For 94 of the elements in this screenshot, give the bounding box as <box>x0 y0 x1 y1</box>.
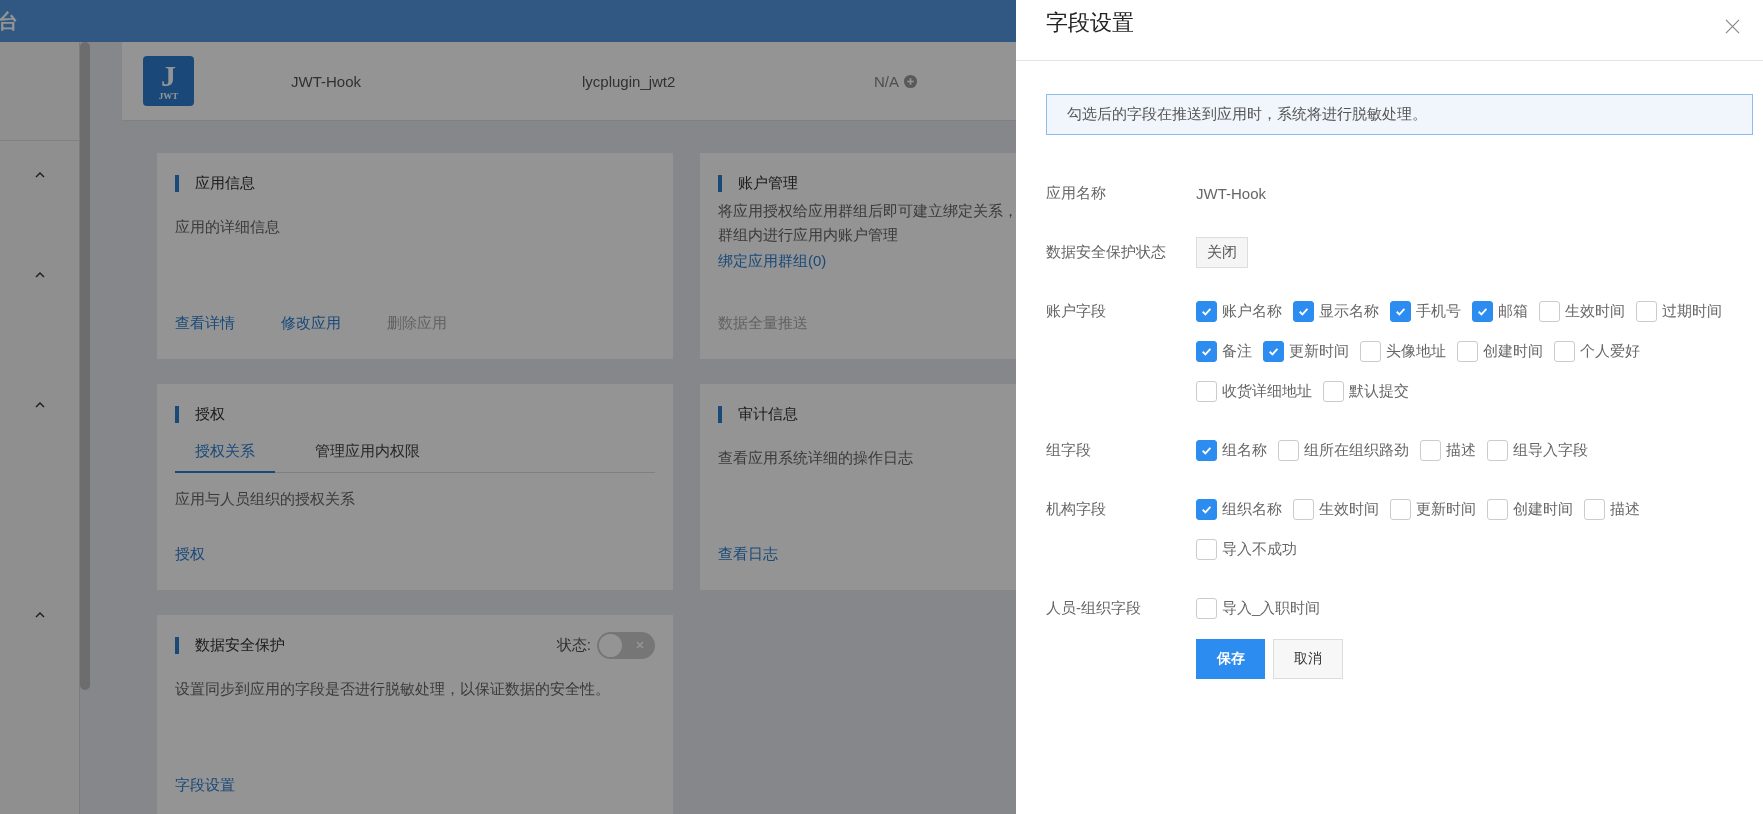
link[interactable]: 绑定应用群组(0) <box>718 249 827 273</box>
plugin-name: lycplugin_jwt2 <box>582 72 677 90</box>
description-text: 查看应用系统详细的操作日志 <box>718 448 913 468</box>
save-button[interactable]: 保存 <box>1196 639 1265 679</box>
checkbox-label[interactable]: 导入_入职时间 <box>1222 598 1321 618</box>
checkbox[interactable] <box>1196 498 1217 520</box>
link[interactable]: 查看日志 <box>718 545 778 564</box>
card-title: 账户管理 <box>738 173 798 193</box>
tab[interactable]: 授权关系 <box>175 434 275 473</box>
field-value: JWT-Hook <box>1196 184 1266 202</box>
checkbox[interactable] <box>1457 340 1478 362</box>
checkbox[interactable] <box>1263 340 1284 362</box>
checkbox-label[interactable]: 个人爱好 <box>1580 341 1640 361</box>
checkbox[interactable] <box>1584 498 1605 520</box>
checkbox[interactable] <box>1487 439 1508 461</box>
checkbox[interactable] <box>1278 439 1299 461</box>
app-title: 台 <box>0 8 18 34</box>
checkbox-label[interactable]: 手机号 <box>1416 301 1461 321</box>
chevron-up-icon[interactable] <box>33 401 46 409</box>
toggle-switch[interactable] <box>597 631 655 659</box>
add-icon[interactable] <box>903 73 918 89</box>
checkbox-label[interactable]: 头像地址 <box>1386 341 1446 361</box>
checkbox[interactable] <box>1196 439 1217 461</box>
card-title: 应用信息 <box>195 173 255 193</box>
checkbox[interactable] <box>1196 340 1217 362</box>
description-text: 设置同步到应用的字段是否进行脱敏处理，以保证数据的安全性。 <box>175 679 610 699</box>
checkbox[interactable] <box>1487 498 1508 520</box>
checkbox-label[interactable]: 更新时间 <box>1289 341 1349 361</box>
checkbox-label[interactable]: 邮箱 <box>1498 301 1528 321</box>
chevron-up-icon[interactable] <box>33 171 46 179</box>
checkbox-label[interactable]: 收货详细地址 <box>1222 381 1312 401</box>
checkbox-label[interactable]: 描述 <box>1610 499 1640 519</box>
checkbox[interactable] <box>1360 340 1381 362</box>
field-label: 组字段 <box>1046 440 1092 460</box>
checkbox-label[interactable]: 组导入字段 <box>1513 440 1588 460</box>
status-tag: 关闭 <box>1196 236 1248 268</box>
checkbox-label[interactable]: 组名称 <box>1222 440 1267 460</box>
drawer-title: 字段设置 <box>1046 9 1134 37</box>
field-label: 应用名称 <box>1046 183 1107 203</box>
card-title: 审计信息 <box>738 404 798 424</box>
checkbox-label[interactable]: 导入不成功 <box>1222 539 1297 559</box>
switch-label: 状态: <box>556 635 591 655</box>
field-label: 账户字段 <box>1046 301 1107 321</box>
field-label: 机构字段 <box>1046 499 1107 519</box>
checkbox[interactable] <box>1196 380 1217 402</box>
checkbox[interactable] <box>1539 300 1560 322</box>
checkbox[interactable] <box>1636 300 1657 322</box>
alert-text: 勾选后的字段在推送到应用时，系统将进行脱敏处理。 <box>1067 105 1427 124</box>
checkbox-label[interactable]: 过期时间 <box>1662 301 1722 321</box>
checkbox-label[interactable]: 默认提交 <box>1349 381 1409 401</box>
checkbox-label[interactable]: 账户名称 <box>1222 301 1282 321</box>
checkbox[interactable] <box>1196 300 1217 322</box>
checkbox[interactable] <box>1196 538 1217 560</box>
app-name: JWT-Hook <box>291 72 362 90</box>
checkbox-label[interactable]: 组织名称 <box>1222 499 1282 519</box>
tab[interactable]: 管理应用内权限 <box>295 434 440 472</box>
app-logo: J JWT <box>143 56 194 106</box>
cross-icon <box>635 639 645 650</box>
checkbox[interactable] <box>1420 439 1441 461</box>
field-label: 人员-组织字段 <box>1046 598 1142 618</box>
link[interactable]: 字段设置 <box>175 776 235 795</box>
checkbox[interactable] <box>1196 597 1217 619</box>
checkbox-label[interactable]: 描述 <box>1446 440 1476 460</box>
card-title: 授权 <box>195 404 225 424</box>
checkbox-label[interactable]: 显示名称 <box>1319 301 1379 321</box>
cancel-button[interactable]: 取消 <box>1273 639 1343 679</box>
checkbox[interactable] <box>1323 380 1344 402</box>
status-text: N/A <box>874 72 899 90</box>
checkbox-label[interactable]: 生效时间 <box>1319 499 1379 519</box>
checkbox[interactable] <box>1390 498 1411 520</box>
chevron-up-icon[interactable] <box>33 611 46 619</box>
description-text: 应用的详细信息 <box>175 217 280 237</box>
checkbox[interactable] <box>1293 300 1314 322</box>
checkbox-label[interactable]: 组所在组织路劲 <box>1304 440 1409 460</box>
checkbox-label[interactable]: 更新时间 <box>1416 499 1476 519</box>
checkbox[interactable] <box>1390 300 1411 322</box>
checkbox[interactable] <box>1293 498 1314 520</box>
checkbox-label[interactable]: 生效时间 <box>1565 301 1625 321</box>
field-label: 数据安全保护状态 <box>1046 242 1167 262</box>
link[interactable]: 查看详情 <box>175 314 235 333</box>
card-title: 数据安全保护 <box>195 635 285 655</box>
link[interactable]: 授权 <box>175 545 205 564</box>
scrollbar[interactable] <box>80 42 90 690</box>
checkbox-label[interactable]: 创建时间 <box>1483 341 1543 361</box>
checkbox-label[interactable]: 备注 <box>1222 341 1252 361</box>
close-icon[interactable] <box>1725 18 1740 34</box>
description-text: 群组内进行应用内账户管理 <box>718 225 898 245</box>
description-text: 应用与人员组织的授权关系 <box>175 489 355 509</box>
chevron-up-icon[interactable] <box>33 271 46 279</box>
description-text: 将应用授权给应用群组后即可建立绑定关系， <box>718 201 1018 221</box>
checkbox[interactable] <box>1554 340 1575 362</box>
checkbox[interactable] <box>1472 300 1493 322</box>
link[interactable]: 修改应用 <box>281 314 341 333</box>
checkbox-label[interactable]: 创建时间 <box>1513 499 1573 519</box>
